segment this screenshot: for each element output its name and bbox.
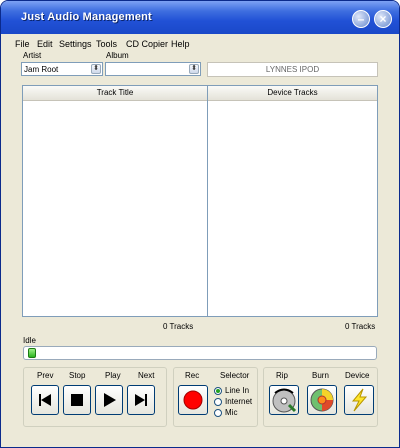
burn-button[interactable] (307, 385, 337, 415)
mic-radio[interactable] (214, 409, 222, 417)
burn-label: Burn (312, 371, 329, 380)
play-icon (104, 393, 116, 407)
minimize-icon[interactable]: – (352, 10, 370, 28)
device-track-list[interactable]: Device Tracks (207, 85, 378, 317)
line-in-radio[interactable] (214, 387, 222, 395)
menu-cd-copier[interactable]: CD Copier (126, 39, 168, 49)
window-title: Just Audio Management (21, 11, 152, 23)
track-list[interactable]: Track Title (22, 85, 208, 317)
menu-tools[interactable]: Tools (96, 39, 117, 49)
app-window: Just Audio Management – × File Edit Sett… (0, 0, 400, 448)
track-count: 0 Tracks (163, 322, 194, 331)
track-title-header[interactable]: Track Title (23, 86, 207, 101)
record-button[interactable] (178, 385, 208, 415)
prev-button[interactable] (31, 385, 59, 415)
play-button[interactable] (95, 385, 123, 415)
rip-label: Rip (276, 371, 289, 380)
internet-label: Internet (225, 397, 253, 406)
album-select[interactable]: ⬍ (105, 62, 201, 76)
menu-file[interactable]: File (15, 39, 30, 49)
progress-thumb[interactable] (28, 348, 36, 358)
lightning-icon (351, 388, 368, 412)
artist-label: Artist (23, 51, 42, 60)
artist-select[interactable]: Jam Root ⬍ (21, 62, 103, 76)
status-text: Idle (23, 336, 36, 345)
chevron-down-icon[interactable]: ⬍ (91, 64, 101, 74)
device-tracks-header[interactable]: Device Tracks (208, 86, 377, 101)
menu-edit[interactable]: Edit (37, 39, 53, 49)
stop-icon (71, 394, 83, 406)
burn-disc-icon (310, 388, 334, 412)
prev-label: Prev (37, 371, 54, 380)
record-icon (183, 390, 203, 410)
artist-value: Jam Root (24, 65, 59, 74)
internet-radio[interactable] (214, 398, 222, 406)
mic-label: Mic (225, 408, 238, 417)
next-button[interactable] (127, 385, 155, 415)
device-label: Device (345, 371, 370, 380)
menu-help[interactable]: Help (171, 39, 190, 49)
next-label: Next (138, 371, 155, 380)
chevron-down-icon[interactable]: ⬍ (189, 64, 199, 74)
title-bar[interactable]: Just Audio Management – × (1, 1, 399, 34)
play-label: Play (105, 371, 121, 380)
selector-label: Selector (220, 371, 250, 380)
stop-button[interactable] (63, 385, 91, 415)
rip-disc-icon (272, 388, 297, 413)
skip-back-icon (39, 394, 51, 406)
line-in-label: Line In (225, 386, 250, 395)
device-name-field: LYNNES IPOD (207, 62, 378, 77)
rip-button[interactable] (269, 385, 299, 415)
album-label: Album (106, 51, 129, 60)
skip-forward-icon (135, 394, 147, 406)
stop-label: Stop (69, 371, 86, 380)
device-track-count: 0 Tracks (345, 322, 376, 331)
device-button[interactable] (344, 385, 374, 415)
close-icon[interactable]: × (374, 10, 392, 28)
rec-label: Rec (185, 371, 200, 380)
menu-settings[interactable]: Settings (59, 39, 92, 49)
progress-slider[interactable] (23, 346, 377, 360)
